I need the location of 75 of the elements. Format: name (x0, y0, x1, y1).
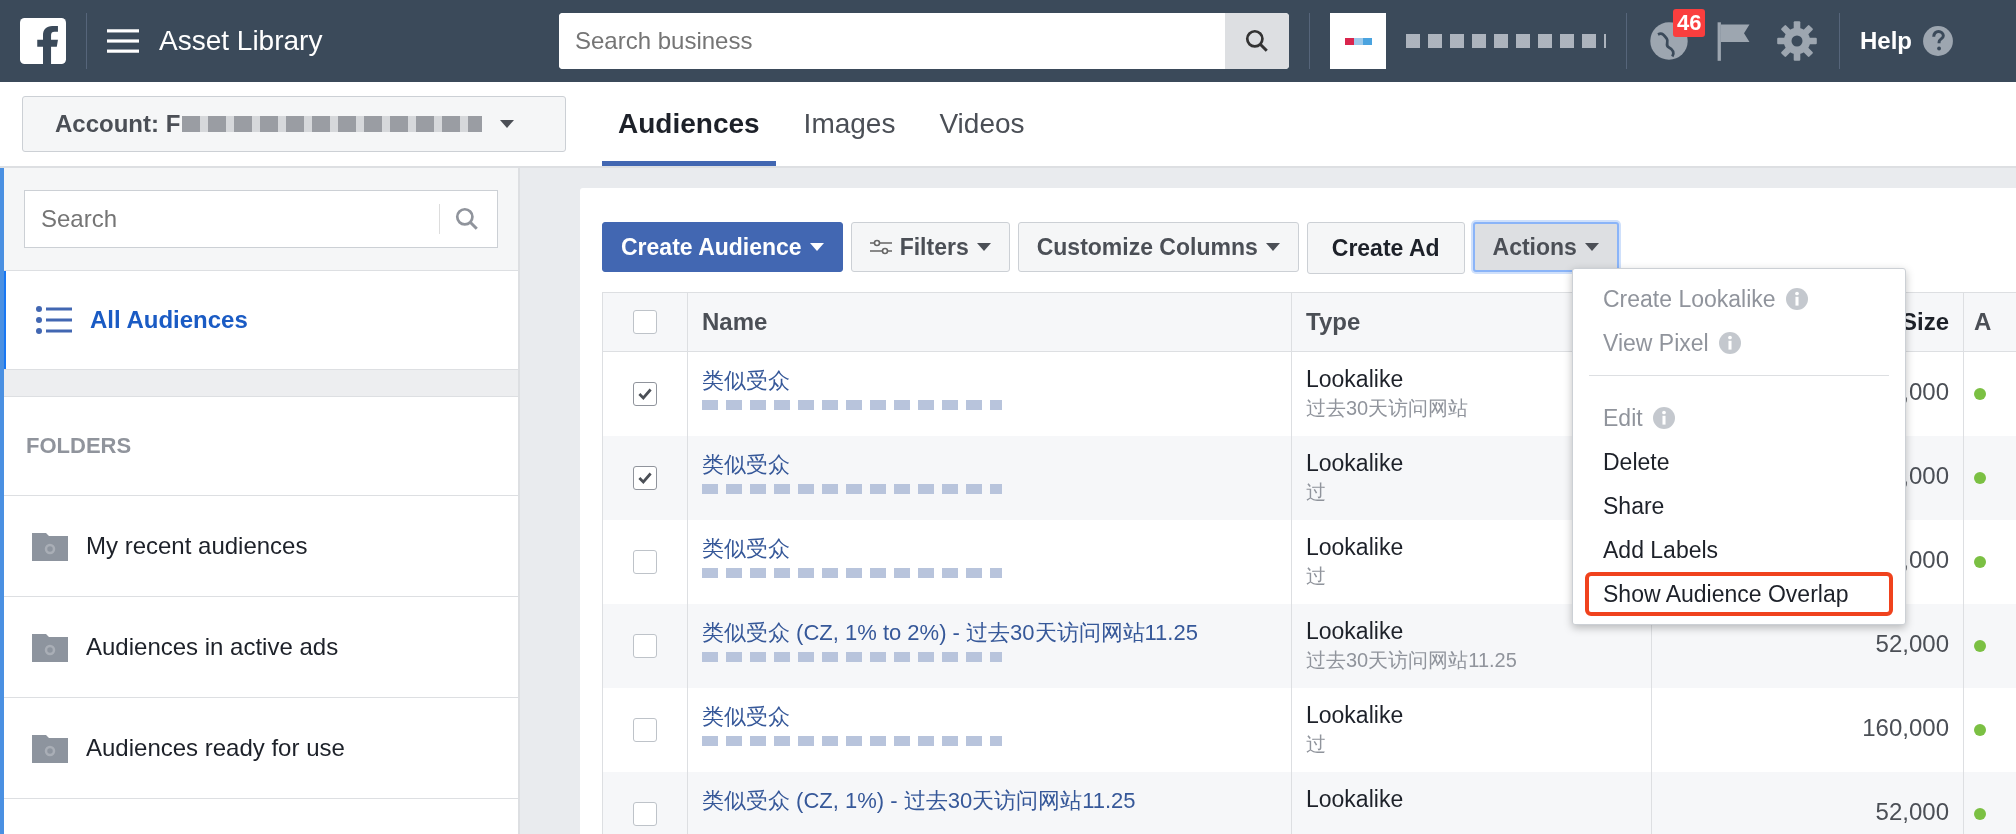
folder-item[interactable]: Audiences in active ads (4, 597, 518, 698)
toolbar-button[interactable]: Actions (1472, 222, 1619, 272)
table-cell-text: 过 (1306, 732, 1326, 757)
toolbar-button[interactable]: Filters (850, 222, 1010, 272)
audience-name-link[interactable]: 类似受众 (CZ, 1% to 2%) - 过去30天访问网站11.25 (702, 618, 1198, 648)
table-cell: Lookalike (1306, 618, 1404, 645)
app-title: Asset Library (159, 25, 324, 57)
table-cell-text: 过 (1306, 480, 1326, 505)
table-cell: 52,000 (1875, 798, 1949, 826)
info-icon (1718, 332, 1741, 354)
caret-icon (500, 120, 515, 128)
table-cell: Lookalike (1306, 786, 1404, 813)
checkbox[interactable] (633, 550, 657, 574)
checkbox[interactable] (633, 718, 657, 742)
audience-name-link[interactable]: 类似受众 (702, 366, 790, 396)
caret-icon (809, 243, 824, 251)
checkbox[interactable] (633, 310, 657, 334)
help-button[interactable]: Help (1860, 25, 1954, 57)
info-icon (1785, 288, 1808, 310)
column-header[interactable]: A (1974, 308, 1992, 336)
menu-item[interactable]: Show Audience Overlap (1585, 572, 1893, 616)
table-cell-text: 过去30天访问网站11.25 (1306, 648, 1517, 673)
audience-name-link[interactable]: 类似受众 (CZ, 1%) - 过去30天访问网站11.25 (702, 786, 1136, 816)
caret-icon (976, 243, 991, 251)
account-dropdown[interactable]: Account: F (22, 96, 566, 152)
tab[interactable]: Images (787, 82, 912, 166)
caret-icon (1265, 243, 1280, 251)
table-cell: 160,000 (1862, 714, 1949, 742)
checkbox[interactable] (633, 466, 657, 490)
column-header[interactable]: Name (702, 308, 768, 336)
audience-name-link[interactable]: 类似受众 (702, 702, 790, 732)
table-cell-text: 过去30天访问网站 (1306, 396, 1469, 421)
toolbar-button[interactable]: Create Ad (1306, 222, 1465, 274)
search-field[interactable]: Search (24, 190, 498, 248)
search-icon (1244, 28, 1270, 54)
help-icon (1922, 25, 1954, 57)
list-icon (36, 306, 72, 334)
menu-item[interactable]: Share (1585, 484, 1893, 528)
checkbox[interactable] (633, 382, 657, 406)
table-cell: Lookalike (1306, 366, 1404, 393)
section-heading: FOLDERS (26, 433, 132, 459)
menu-item[interactable]: Add Labels (1585, 528, 1893, 572)
business-logo[interactable] (1330, 13, 1386, 69)
table-cell: ,000 (1902, 378, 1949, 406)
logo-icon[interactable] (20, 18, 66, 64)
folder-item[interactable]: Audiences ready for use (4, 698, 518, 799)
table-cell: ,000 (1902, 546, 1949, 574)
caret-icon (1584, 243, 1599, 251)
folder-item[interactable]: My recent audiences (4, 496, 518, 597)
table-cell: ,000 (1902, 462, 1949, 490)
toolbar-button[interactable]: Customize Columns (1017, 222, 1299, 272)
info-icon (1652, 407, 1675, 429)
audience-name-link[interactable]: 类似受众 (702, 450, 790, 480)
folder-icon (32, 733, 68, 763)
table-cell: 52,000 (1875, 630, 1949, 658)
folder-icon (32, 632, 68, 662)
settings-icon[interactable] (1775, 19, 1819, 63)
tab[interactable]: Videos (923, 82, 1041, 166)
checkbox[interactable] (633, 634, 657, 658)
audience-name-link[interactable]: 类似受众 (702, 534, 790, 564)
checkbox[interactable] (633, 802, 657, 826)
folder-icon (32, 531, 68, 561)
search-button[interactable] (1225, 13, 1289, 69)
table-cell: Lookalike (1306, 702, 1404, 729)
table-cell: Lookalike (1306, 534, 1404, 561)
sliders-icon (869, 239, 892, 255)
menu-item[interactable]: Delete (1585, 440, 1893, 484)
search-icon[interactable] (454, 206, 480, 232)
table-cell-text: 过 (1306, 564, 1326, 589)
column-header[interactable]: Type (1306, 308, 1361, 336)
menu-icon[interactable] (107, 28, 139, 54)
toolbar-button[interactable]: Create Audience (602, 222, 843, 272)
tab[interactable]: Audiences (602, 82, 776, 166)
notification-badge: 46 (1673, 9, 1706, 37)
table-cell: Lookalike (1306, 450, 1404, 477)
